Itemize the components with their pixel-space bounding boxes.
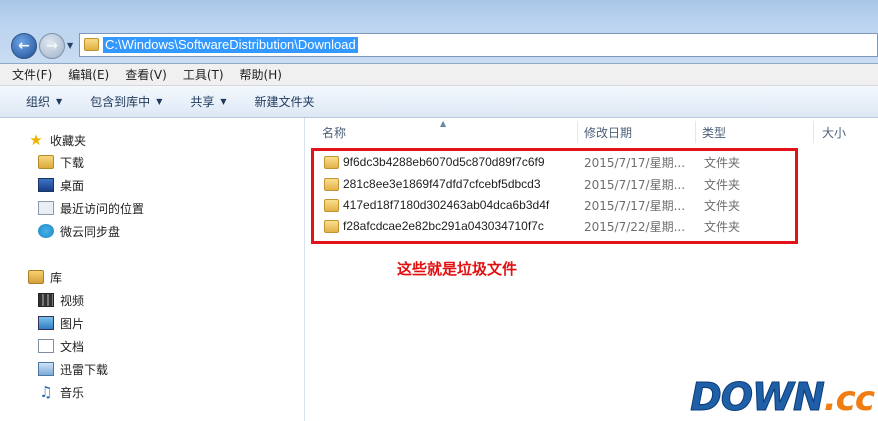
command-bar: 组织 ▼ 包含到库中 ▼ 共享 ▼ 新建文件夹: [0, 86, 878, 118]
sort-ascending-icon: ▲: [440, 119, 447, 128]
sidebar-item-label: 音乐: [60, 385, 85, 400]
history-dropdown-button[interactable]: ▼: [67, 41, 77, 51]
folder-icon: [324, 155, 339, 169]
include-library-label: 包含到库中: [90, 95, 151, 109]
xunlei-download-icon: [38, 362, 54, 376]
new-folder-button[interactable]: 新建文件夹: [255, 93, 315, 110]
music-note-icon: ♫: [39, 383, 53, 401]
video-library-icon: [38, 293, 54, 307]
sidebar-item-videos[interactable]: 视频: [38, 290, 84, 310]
forward-button[interactable]: →: [39, 33, 65, 59]
share-label: 共享: [190, 95, 215, 109]
menu-tools[interactable]: 工具(T): [183, 66, 224, 83]
table-row[interactable]: 281c8ee3e1869f47dfd7cfcebf5dbcd3 2015/7/…: [324, 174, 740, 194]
folder-icon: [324, 198, 339, 212]
recent-places-icon: [38, 201, 54, 215]
sidebar-item-music[interactable]: ♫ 音乐: [38, 382, 84, 402]
folder-icon: [324, 219, 339, 233]
arrow-right-icon: →: [46, 38, 58, 54]
download-folder-icon: [38, 155, 54, 169]
chevron-down-icon: ▼: [156, 97, 163, 106]
file-date: 2015/7/17/星期...: [584, 155, 686, 170]
document-library-icon: [38, 339, 54, 353]
organize-button[interactable]: 组织 ▼: [26, 93, 62, 110]
menu-bar: 文件(F) 编辑(E) 查看(V) 工具(T) 帮助(H): [0, 64, 878, 86]
column-header-name[interactable]: ▲ 名称: [306, 119, 578, 143]
column-header-label: 大小: [822, 125, 847, 140]
file-name: 9f6dc3b4288eb6070d5c870d89f7c6f9: [343, 155, 545, 169]
sidebar-item-label: 文档: [60, 339, 85, 354]
column-header-size[interactable]: 大小: [814, 121, 878, 143]
title-bar: ← → ▼ C:\Windows\SoftwareDistribution\Do…: [0, 0, 878, 64]
sidebar-item-favorites[interactable]: ★ 收藏夹: [28, 130, 86, 150]
navigation-pane: ★ 收藏夹 下载 桌面 最近访问的位置 微云同步盘 库 视频 图片 文档 迅雷下载…: [0, 118, 305, 421]
file-date: 2015/7/22/星期...: [584, 219, 686, 234]
sidebar-item-label: 图片: [60, 316, 85, 331]
sidebar-item-label: 桌面: [60, 178, 85, 193]
sidebar-item-libraries[interactable]: 库: [28, 267, 62, 287]
library-icon: [28, 270, 44, 284]
sidebar-item-recent-places[interactable]: 最近访问的位置: [38, 198, 144, 218]
file-date: 2015/7/17/星期...: [584, 198, 686, 213]
file-date: 2015/7/17/星期...: [584, 177, 686, 192]
file-name: f28afcdcae2e82bc291a043034710f7c: [343, 219, 544, 233]
menu-view[interactable]: 查看(V): [125, 66, 167, 83]
share-button[interactable]: 共享 ▼: [190, 93, 226, 110]
sidebar-item-pictures[interactable]: 图片: [38, 313, 84, 333]
sidebar-item-documents[interactable]: 文档: [38, 336, 84, 356]
cloud-sync-icon: [38, 224, 54, 238]
file-type: 文件夹: [704, 177, 741, 192]
sidebar-item-label: 库: [50, 270, 63, 285]
sidebar-item-label: 视频: [60, 293, 85, 308]
file-type: 文件夹: [704, 219, 741, 234]
file-name: 417ed18f7180d302463ab04dca6b3d4f: [343, 198, 550, 212]
sidebar-item-desktop[interactable]: 桌面: [38, 175, 84, 195]
arrow-left-icon: ←: [18, 38, 30, 54]
sidebar-item-downloads[interactable]: 下载: [38, 152, 84, 172]
file-name: 281c8ee3e1869f47dfd7cfcebf5dbcd3: [343, 177, 541, 191]
column-header-type[interactable]: 类型: [696, 121, 814, 143]
menu-edit[interactable]: 编辑(E): [68, 66, 109, 83]
menu-file[interactable]: 文件(F): [12, 66, 52, 83]
sidebar-item-label: 最近访问的位置: [60, 201, 145, 216]
annotation-text: 这些就是垃圾文件: [397, 260, 518, 278]
desktop-icon: [38, 178, 54, 192]
watermark-logo: DOWN .cc: [690, 375, 875, 420]
new-folder-label: 新建文件夹: [254, 95, 315, 109]
include-library-button[interactable]: 包含到库中 ▼: [90, 93, 162, 110]
picture-library-icon: [38, 316, 54, 330]
address-path[interactable]: C:\Windows\SoftwareDistribution\Download: [103, 37, 358, 53]
sidebar-item-label: 收藏夹: [50, 133, 87, 148]
watermark-main: DOWN: [690, 375, 826, 420]
sidebar-item-label: 下载: [60, 155, 85, 170]
column-header-label: 名称: [322, 125, 347, 140]
table-row[interactable]: 9f6dc3b4288eb6070d5c870d89f7c6f9 2015/7/…: [324, 152, 740, 172]
file-type: 文件夹: [704, 155, 741, 170]
chevron-down-icon: ▼: [56, 97, 63, 106]
folder-icon: [84, 38, 99, 51]
column-header-label: 类型: [702, 125, 727, 140]
watermark-tld: .cc: [823, 379, 875, 419]
sidebar-item-label: 迅雷下载: [60, 362, 109, 377]
back-button[interactable]: ←: [11, 33, 37, 59]
menu-help[interactable]: 帮助(H): [240, 66, 282, 83]
organize-label: 组织: [26, 95, 51, 109]
sidebar-item-weiyun[interactable]: 微云同步盘: [38, 221, 120, 241]
folder-icon: [324, 177, 339, 191]
table-row[interactable]: 417ed18f7180d302463ab04dca6b3d4f 2015/7/…: [324, 195, 740, 215]
star-icon: ★: [29, 131, 43, 149]
sidebar-item-label: 微云同步盘: [60, 224, 121, 239]
sidebar-item-xunlei-downloads[interactable]: 迅雷下载: [38, 359, 108, 379]
file-type: 文件夹: [704, 198, 741, 213]
table-row[interactable]: f28afcdcae2e82bc291a043034710f7c 2015/7/…: [324, 216, 740, 236]
address-bar[interactable]: C:\Windows\SoftwareDistribution\Download: [79, 33, 878, 57]
column-header-date[interactable]: 修改日期: [578, 121, 696, 143]
chevron-down-icon: ▼: [220, 97, 227, 106]
column-header-label: 修改日期: [584, 125, 633, 140]
